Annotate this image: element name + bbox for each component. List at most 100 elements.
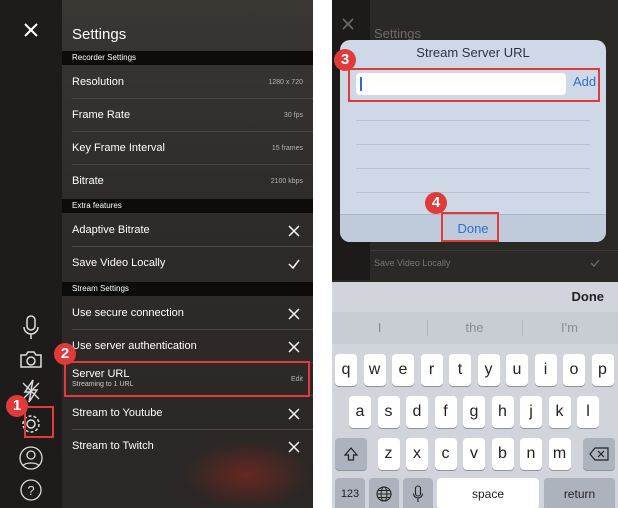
key[interactable]: y xyxy=(477,354,500,386)
key[interactable]: f xyxy=(434,396,457,428)
key[interactable]: c xyxy=(434,438,457,470)
row-label: Stream to Twitch xyxy=(72,440,154,452)
row-key-frame-interval[interactable]: Key Frame Interval 15 frames xyxy=(62,132,313,165)
shift-icon xyxy=(343,447,359,461)
callout-highlight-gear xyxy=(24,406,54,438)
numbers-key[interactable]: 123 xyxy=(335,478,365,508)
key[interactable]: s xyxy=(377,396,400,428)
left-phone-screen: ? Settings Recorder Settings Resolution … xyxy=(0,0,313,508)
globe-icon xyxy=(376,486,392,502)
x-icon[interactable] xyxy=(287,340,301,354)
row-bitrate[interactable]: Bitrate 2100 kbps xyxy=(62,165,313,198)
keyboard-accessory-bar: Done xyxy=(332,282,618,312)
row-label: Frame Rate xyxy=(72,109,131,121)
delete-key[interactable] xyxy=(583,438,615,470)
row-label: Key Frame Interval xyxy=(72,142,165,154)
dimmed-title: Settings xyxy=(374,26,421,41)
close-icon[interactable] xyxy=(15,14,47,46)
key[interactable]: l xyxy=(577,396,599,428)
right-phone-screen: Settings Save Video Locally Stream Serve… xyxy=(332,0,618,508)
row-stream-youtube[interactable]: Stream to Youtube xyxy=(62,397,313,430)
microphone-icon[interactable] xyxy=(15,312,47,344)
section-header-stream: Stream Settings xyxy=(62,282,313,296)
row-label: Save Video Locally xyxy=(72,257,166,269)
row-label: Adaptive Bitrate xyxy=(72,224,150,236)
globe-key[interactable] xyxy=(369,478,399,508)
row-server-authentication[interactable]: Use server authentication xyxy=(62,330,313,363)
key[interactable]: h xyxy=(491,396,514,428)
key[interactable]: u xyxy=(506,354,528,386)
row-value: 30 fps xyxy=(283,112,303,119)
key[interactable]: z xyxy=(377,438,400,470)
key[interactable]: v xyxy=(463,438,485,470)
help-icon[interactable]: ? xyxy=(15,474,47,506)
microphone-icon xyxy=(412,485,424,502)
dictation-key[interactable] xyxy=(403,478,433,508)
callout-badge-4: 4 xyxy=(425,192,447,214)
callout-badge-2: 2 xyxy=(54,343,76,365)
user-icon[interactable] xyxy=(15,442,47,474)
check-icon xyxy=(590,259,600,267)
x-icon[interactable] xyxy=(287,407,301,421)
return-key[interactable]: return xyxy=(544,478,615,508)
key[interactable]: i xyxy=(534,354,557,386)
row-label: Use server authentication xyxy=(72,340,197,352)
divider xyxy=(356,120,590,121)
key[interactable]: k xyxy=(548,396,571,428)
check-icon[interactable] xyxy=(287,257,301,271)
row-value: 1280 x 720 xyxy=(268,79,303,86)
row-value: 15 frames xyxy=(271,145,303,152)
row-save-video-locally[interactable]: Save Video Locally xyxy=(62,247,313,280)
shift-key[interactable] xyxy=(335,438,367,470)
key[interactable]: o xyxy=(563,354,585,386)
settings-panel: Settings Recorder Settings Resolution 12… xyxy=(62,0,313,508)
row-value: 2100 kbps xyxy=(270,178,303,185)
section-header-recorder: Recorder Settings xyxy=(62,51,313,65)
row-secure-connection[interactable]: Use secure connection xyxy=(62,297,313,330)
record-glow xyxy=(182,440,312,508)
prediction-3[interactable]: I'm xyxy=(522,312,617,344)
key[interactable]: e xyxy=(392,354,414,386)
row-label: Stream to Youtube xyxy=(72,407,163,419)
divider xyxy=(356,144,590,145)
divider xyxy=(356,192,590,193)
keyboard: q w e r t y u i o p a s d f g h j k l z … xyxy=(332,344,618,508)
callout-badge-1: 1 xyxy=(6,395,28,417)
x-icon[interactable] xyxy=(287,307,301,321)
key[interactable]: b xyxy=(491,438,514,470)
space-key[interactable]: space xyxy=(437,478,539,508)
dialog-title: Stream Server URL xyxy=(416,45,530,60)
page-title: Settings xyxy=(72,26,127,43)
key[interactable]: q xyxy=(335,354,357,386)
callout-highlight-done xyxy=(441,212,499,242)
camera-switch-icon[interactable] xyxy=(15,343,47,375)
row-resolution[interactable]: Resolution 1280 x 720 xyxy=(62,66,313,99)
key[interactable]: p xyxy=(591,354,614,386)
key[interactable]: x xyxy=(406,438,428,470)
callout-badge-3: 3 xyxy=(334,49,356,71)
key[interactable]: g xyxy=(463,396,485,428)
key[interactable]: a xyxy=(349,396,371,428)
key[interactable]: n xyxy=(520,438,542,470)
callout-highlight-url-input xyxy=(348,68,600,102)
row-frame-rate[interactable]: Frame Rate 30 fps xyxy=(62,99,313,132)
callout-highlight-server-url xyxy=(64,361,310,397)
x-icon[interactable] xyxy=(287,224,301,238)
row-adaptive-bitrate[interactable]: Adaptive Bitrate xyxy=(62,214,313,247)
key[interactable]: d xyxy=(406,396,428,428)
section-header-extra: Extra features xyxy=(62,199,313,213)
svg-text:?: ? xyxy=(27,483,34,498)
divider xyxy=(370,250,618,251)
prediction-1[interactable]: I xyxy=(332,312,427,344)
key[interactable]: r xyxy=(420,354,443,386)
divider xyxy=(356,168,590,169)
row-label: Use secure connection xyxy=(72,307,184,319)
key[interactable]: t xyxy=(449,354,471,386)
predictive-bar: I the I'm xyxy=(332,312,618,344)
keyboard-done-button[interactable]: Done xyxy=(572,282,605,312)
prediction-2[interactable]: the xyxy=(427,312,522,344)
row-label: Resolution xyxy=(72,76,124,88)
key[interactable]: w xyxy=(363,354,386,386)
key[interactable]: m xyxy=(548,438,571,470)
key[interactable]: j xyxy=(520,396,542,428)
